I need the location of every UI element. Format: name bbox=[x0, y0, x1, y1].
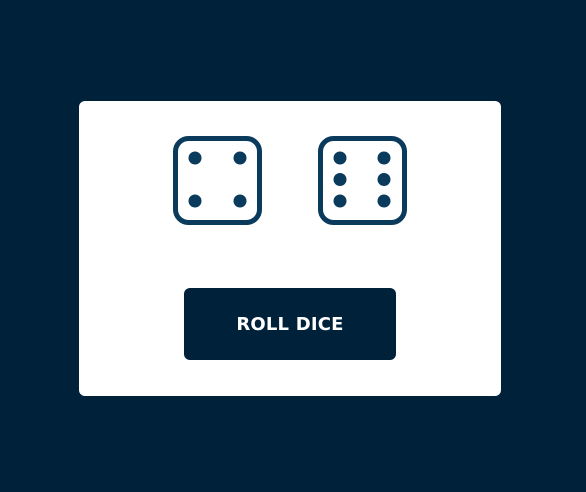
die-pip bbox=[377, 151, 391, 165]
dice-six-graphic bbox=[318, 136, 407, 225]
die-pip bbox=[188, 151, 202, 165]
app-screen: ROLL DICE bbox=[0, 0, 586, 492]
die-outline bbox=[173, 136, 262, 225]
dice-card: ROLL DICE bbox=[79, 101, 501, 396]
die-pip bbox=[377, 194, 391, 208]
dice-four-icon bbox=[173, 136, 262, 225]
die-pip bbox=[188, 194, 202, 208]
die-pip bbox=[233, 151, 247, 165]
die-pip bbox=[233, 194, 247, 208]
die-outline bbox=[318, 136, 407, 225]
dice-six-icon bbox=[318, 136, 407, 225]
die-pip bbox=[333, 194, 347, 208]
die-pip bbox=[377, 173, 391, 186]
dice-four-graphic bbox=[173, 136, 262, 225]
roll-dice-button[interactable]: ROLL DICE bbox=[184, 288, 396, 360]
die-pip bbox=[333, 151, 347, 165]
dice-row bbox=[173, 136, 407, 225]
die-pip bbox=[333, 173, 347, 186]
